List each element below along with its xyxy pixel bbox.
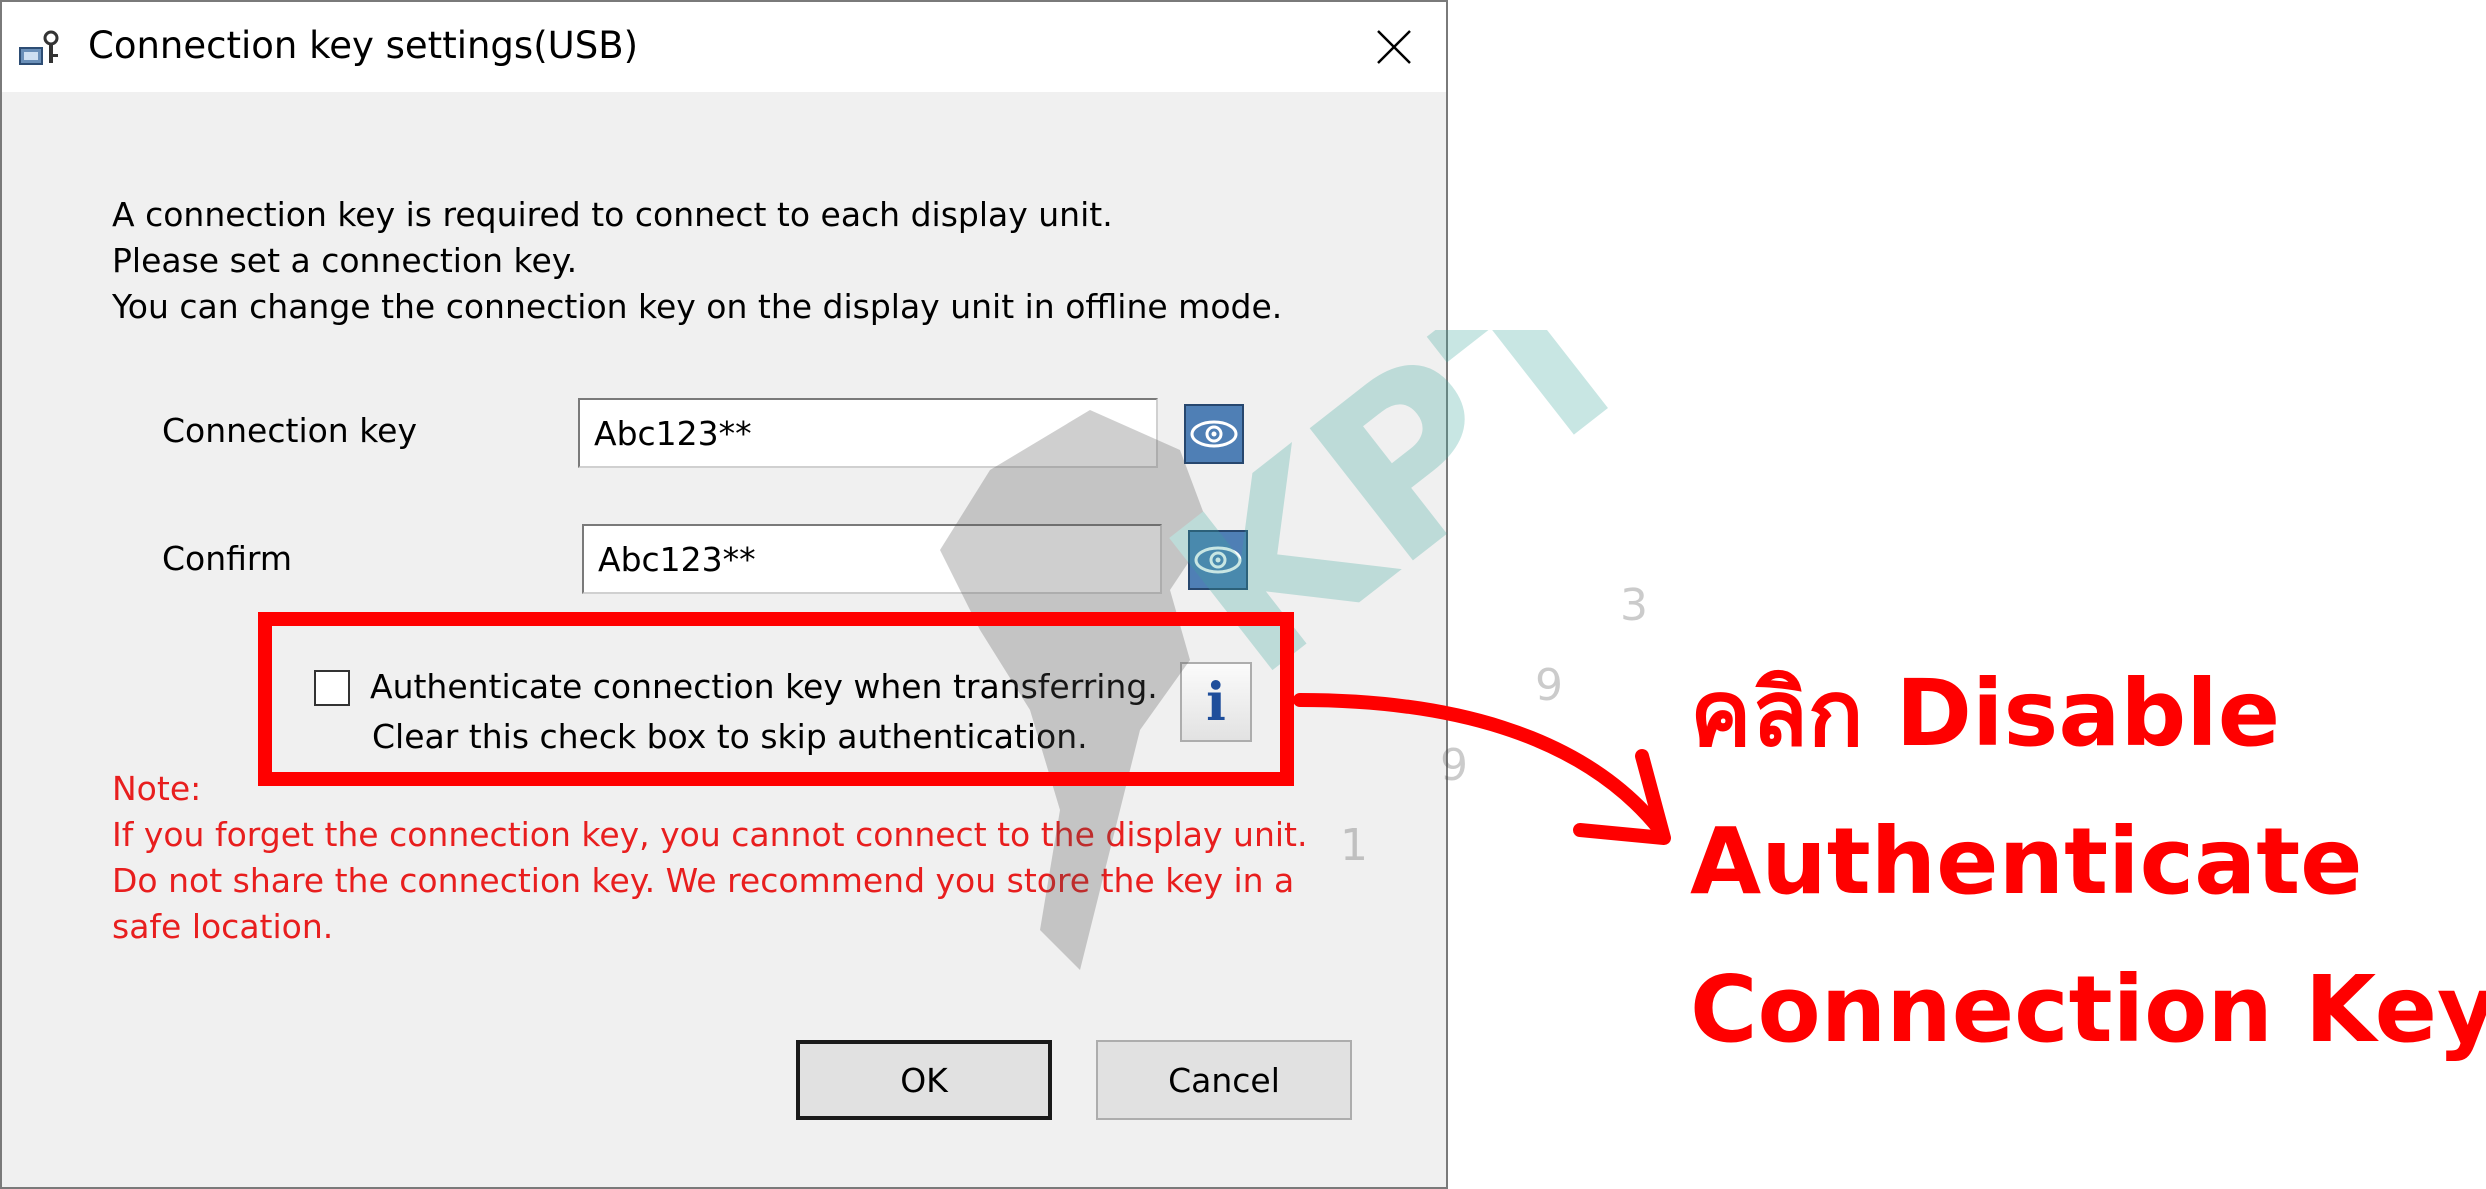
eye-icon (1194, 546, 1242, 574)
connection-key-dialog: Connection key settings(USB) A connectio… (0, 0, 1448, 1189)
connection-key-label: Connection key (162, 411, 417, 450)
cancel-button[interactable]: Cancel (1096, 1040, 1352, 1120)
annotation-line: Authenticate (1690, 808, 2363, 915)
annotation-arrow (1293, 693, 1671, 845)
confirm-input[interactable] (582, 524, 1162, 594)
connection-key-input[interactable] (578, 398, 1158, 468)
note-line: If you forget the connection key, you ca… (112, 815, 1308, 854)
note-line: safe location. (112, 907, 334, 946)
highlight-box (258, 612, 1294, 786)
close-icon (1377, 30, 1411, 64)
show-confirm-key-button[interactable] (1188, 530, 1248, 590)
ok-button[interactable]: OK (796, 1040, 1052, 1120)
note-line: Do not share the connection key. We reco… (112, 861, 1295, 900)
annotation-line: คลิก Disable (1690, 660, 2281, 767)
show-connection-key-button[interactable] (1184, 404, 1244, 464)
annotation-line: Connection Key (1690, 956, 2486, 1063)
annotation-text: คลิก Disable Authenticate Connection Key (1690, 640, 2486, 1084)
close-button[interactable] (1342, 2, 1446, 92)
note-text: Note: If you forget the connection key, … (112, 766, 1307, 950)
intro-line: Please set a connection key. (112, 241, 578, 280)
eye-icon (1190, 420, 1238, 448)
usb-key-icon (19, 30, 59, 65)
intro-text: A connection key is required to connect … (112, 192, 1282, 330)
intro-line: You can change the connection key on the… (112, 287, 1283, 326)
watermark-digit: 3 (1620, 580, 1648, 631)
window-title: Connection key settings(USB) (88, 24, 639, 67)
title-bar[interactable]: Connection key settings(USB) (2, 2, 1446, 92)
intro-line: A connection key is required to connect … (112, 195, 1113, 234)
confirm-label: Confirm (162, 539, 293, 578)
